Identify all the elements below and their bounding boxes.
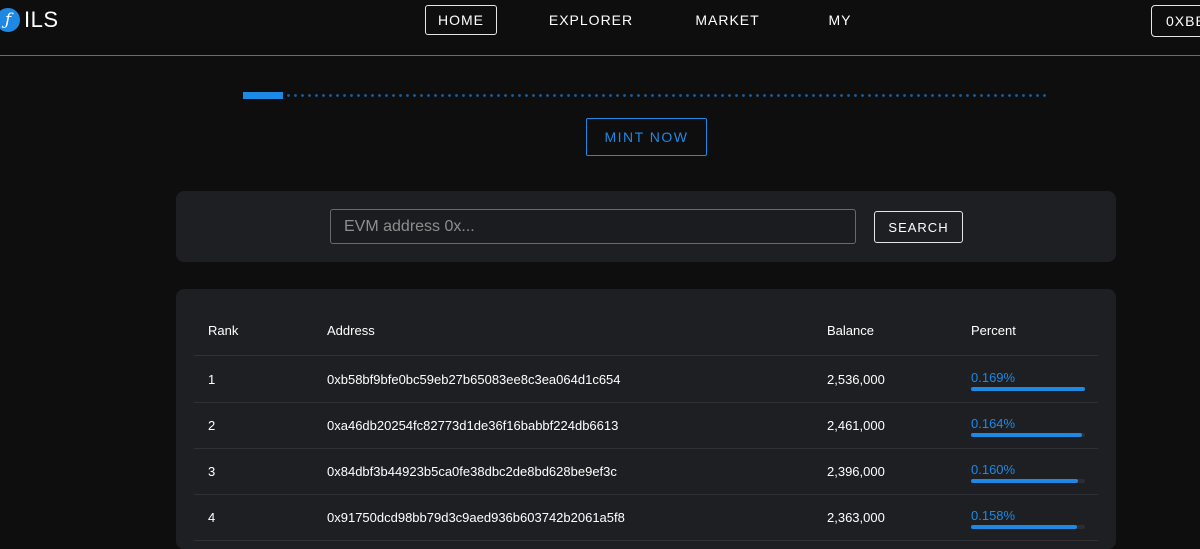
rank-cell: 1: [208, 372, 216, 387]
table-row[interactable]: 4 0x91750dcd98bb79d3c9aed936b603742b2061…: [194, 494, 1098, 541]
percent-bar: [971, 433, 1085, 437]
mint-progress-bar: [243, 92, 1049, 99]
table-row[interactable]: 2 0xa46db20254fc82773d1de36f16babbf224db…: [194, 402, 1098, 449]
logo-text: ILS: [24, 7, 59, 32]
column-balance: Balance: [827, 323, 874, 338]
percent-cell: 0.164%: [971, 416, 1016, 431]
percent-cell: 0.169%: [971, 370, 1016, 385]
percent-bar: [971, 525, 1085, 529]
rank-cell: 3: [208, 464, 216, 479]
address-cell[interactable]: 0xa46db20254fc82773d1de36f16babbf224db66…: [327, 418, 618, 433]
table-row[interactable]: 1 0xb58bf9bfe0bc59eb27b65083ee8c3ea064d1…: [194, 356, 1098, 403]
percent-bar-fill: [971, 433, 1082, 437]
logo[interactable]: ƒ ILS: [0, 7, 59, 33]
percent-bar: [971, 387, 1085, 391]
nav-explorer[interactable]: EXPLORER: [545, 5, 637, 35]
percent-bar: [971, 479, 1085, 483]
evm-address-input[interactable]: [330, 209, 856, 244]
nav-home[interactable]: HOME: [425, 5, 497, 35]
percent-bar-fill: [971, 525, 1078, 529]
balance-cell: 2,396,000: [827, 464, 885, 479]
address-cell[interactable]: 0x84dbf3b44923b5ca0fe38dbc2de8bd628be9ef…: [327, 464, 617, 479]
percent-bar-fill: [971, 387, 1085, 391]
top-navbar: ƒ ILS HOME EXPLORER MARKET MY 0XBB: [0, 0, 1200, 56]
mint-progress-fill: [243, 92, 284, 99]
nav-my[interactable]: MY: [822, 5, 858, 35]
balance-cell: 2,536,000: [827, 372, 885, 387]
filecoin-f-icon: ƒ: [0, 8, 20, 32]
search-button[interactable]: SEARCH: [874, 211, 963, 243]
wallet-address-button[interactable]: 0XBB: [1151, 5, 1200, 37]
percent-cell: 0.160%: [971, 462, 1016, 477]
holders-table: Rank Address Balance Percent 1 0xb58bf9b…: [176, 289, 1116, 549]
nav-market[interactable]: MARKET: [690, 5, 765, 35]
rank-cell: 2: [208, 418, 216, 433]
column-address: Address: [327, 323, 375, 338]
percent-bar-fill: [971, 479, 1079, 483]
balance-cell: 2,363,000: [827, 510, 885, 525]
percent-cell: 0.158%: [971, 508, 1016, 523]
column-percent: Percent: [971, 323, 1016, 338]
table-header: Rank Address Balance Percent: [194, 311, 1098, 356]
mint-now-button[interactable]: MINT NOW: [586, 118, 707, 156]
rank-cell: 4: [208, 510, 216, 525]
balance-cell: 2,461,000: [827, 418, 885, 433]
search-panel: SEARCH: [176, 191, 1116, 262]
address-cell[interactable]: 0x91750dcd98bb79d3c9aed936b603742b2061a5…: [327, 510, 625, 525]
column-rank: Rank: [208, 323, 239, 338]
address-cell[interactable]: 0xb58bf9bfe0bc59eb27b65083ee8c3ea064d1c6…: [327, 372, 621, 387]
table-row[interactable]: 3 0x84dbf3b44923b5ca0fe38dbc2de8bd628be9…: [194, 448, 1098, 495]
